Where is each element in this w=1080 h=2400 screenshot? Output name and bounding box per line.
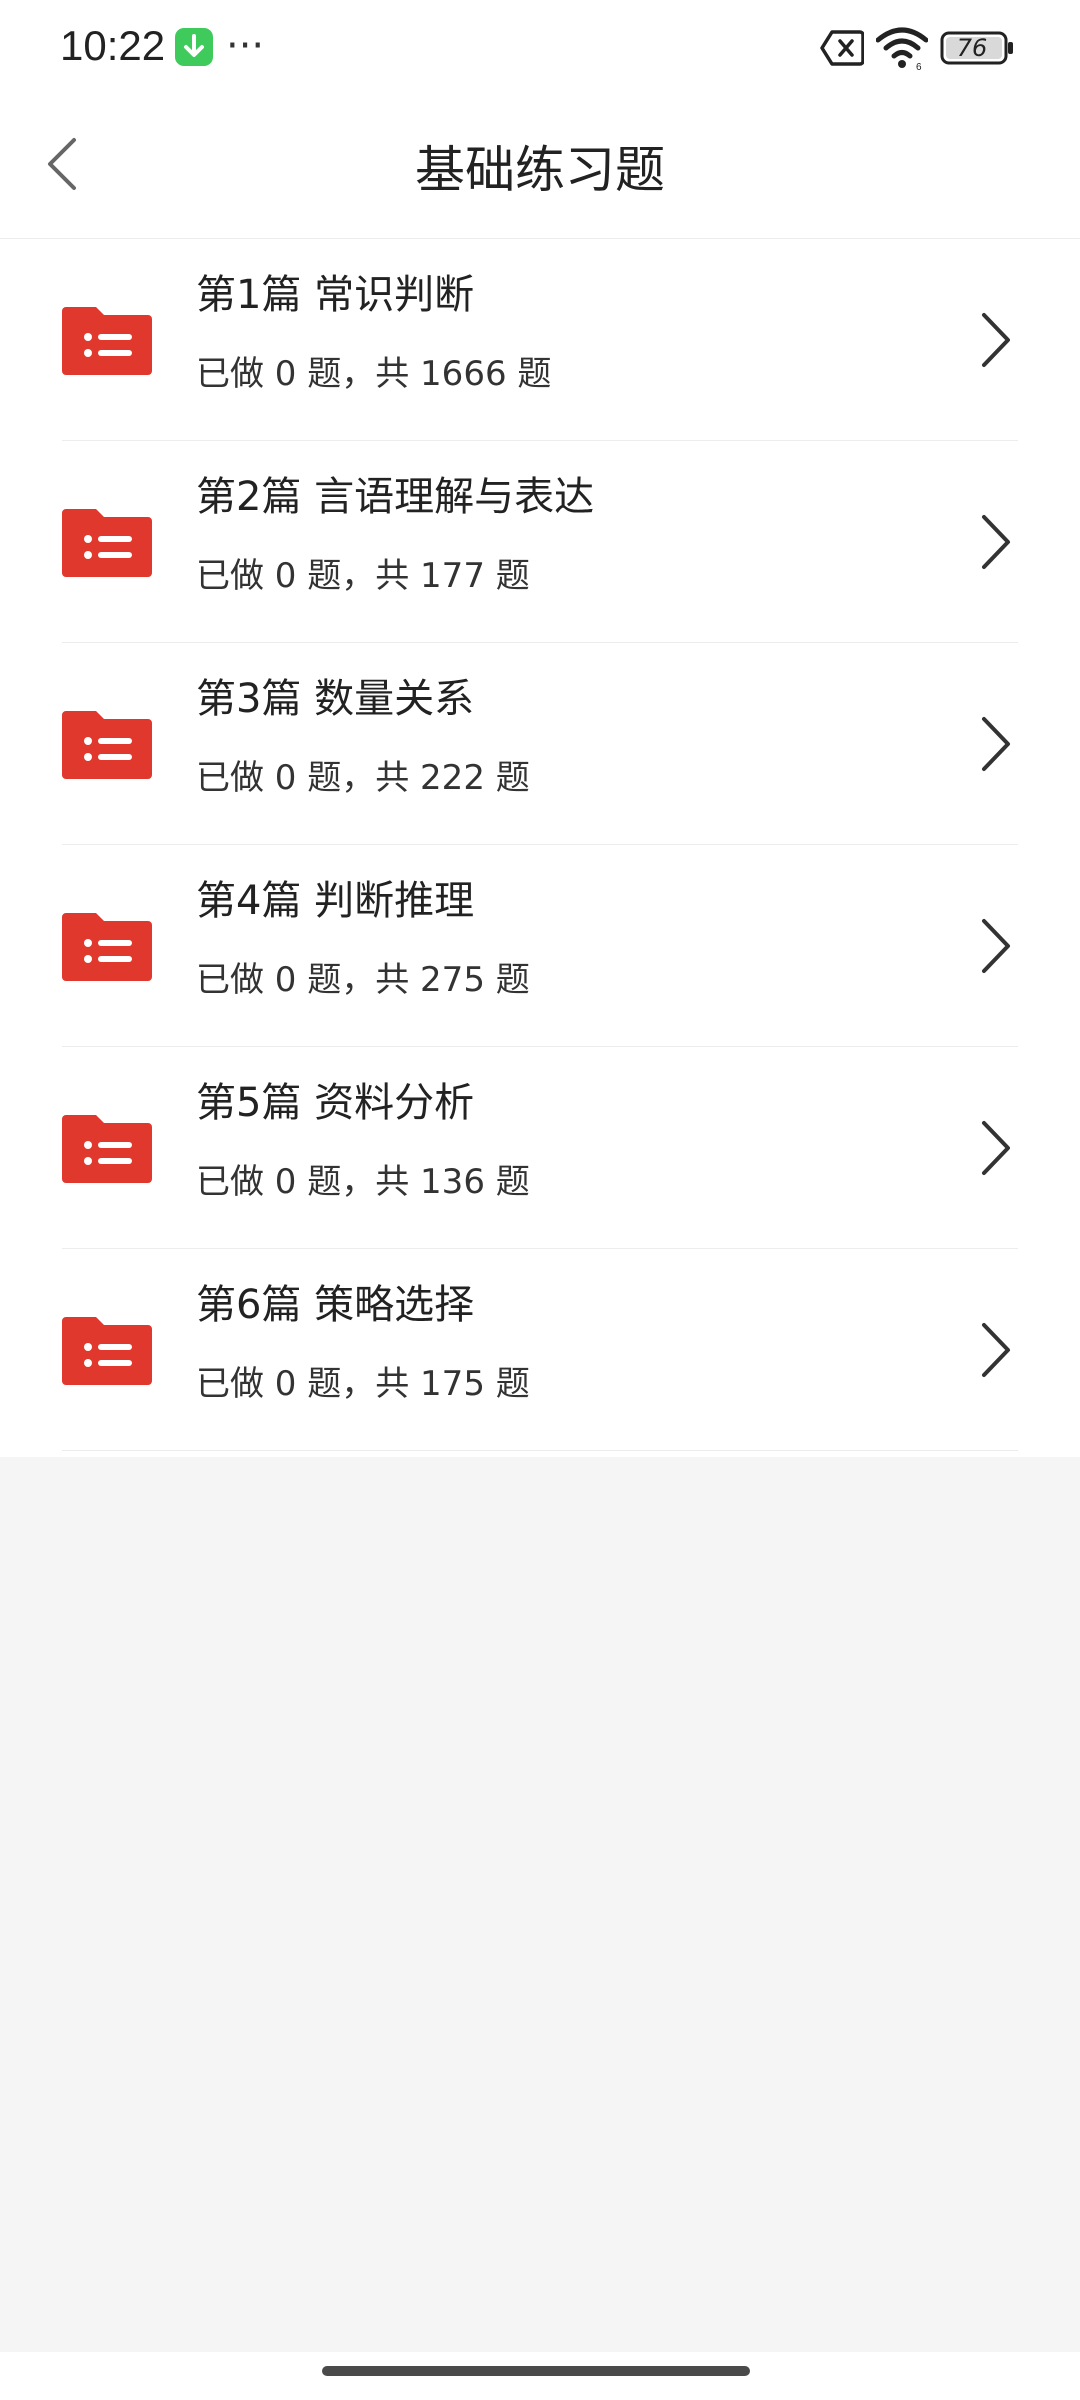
item-progress: 已做 0 题，共 222 题 xyxy=(196,758,530,798)
folder-list-icon xyxy=(62,307,152,375)
folder-list-icon xyxy=(62,711,152,779)
item-progress: 已做 0 题，共 177 题 xyxy=(196,556,530,596)
chevron-right-icon xyxy=(982,313,1010,367)
battery-level: 76 xyxy=(956,34,988,62)
status-bar: 10:22 ··· 6 76 xyxy=(0,0,1080,96)
folder-list-icon xyxy=(62,1317,152,1385)
chevron-right-icon xyxy=(982,919,1010,973)
item-title: 第5篇 资料分析 xyxy=(196,1080,475,1126)
item-progress: 已做 0 题，共 175 题 xyxy=(196,1364,530,1404)
more-notifications-icon: ··· xyxy=(226,23,265,69)
divider xyxy=(62,1450,1018,1451)
no-sim-icon xyxy=(820,30,864,66)
folder-list-icon xyxy=(62,913,152,981)
back-button[interactable] xyxy=(40,132,92,196)
chevron-right-icon xyxy=(982,717,1010,771)
page-title: 基础练习题 xyxy=(415,141,665,199)
gesture-bar-area xyxy=(0,2352,1080,2400)
chevron-left-icon xyxy=(48,138,76,190)
list-item[interactable]: 第3篇 数量关系 已做 0 题，共 222 题 xyxy=(0,643,1080,845)
chevron-right-icon xyxy=(982,1323,1010,1377)
list-item[interactable]: 第2篇 言语理解与表达 已做 0 题，共 177 题 xyxy=(0,441,1080,643)
item-title: 第2篇 言语理解与表达 xyxy=(196,474,595,520)
header: 基础练习题 xyxy=(0,96,1080,239)
item-progress: 已做 0 题，共 1666 题 xyxy=(196,354,552,394)
item-title: 第3篇 数量关系 xyxy=(196,676,475,722)
list-item[interactable]: 第6篇 策略选择 已做 0 题，共 175 题 xyxy=(0,1249,1080,1451)
item-title: 第4篇 判断推理 xyxy=(196,878,475,924)
folder-list-icon xyxy=(62,509,152,577)
item-title: 第1篇 常识判断 xyxy=(196,272,475,318)
chevron-right-icon xyxy=(982,515,1010,569)
svg-text:6: 6 xyxy=(916,62,922,70)
item-progress: 已做 0 题，共 136 题 xyxy=(196,1162,530,1202)
status-time: 10:22 xyxy=(60,22,166,69)
list-item[interactable]: 第1篇 常识判断 已做 0 题，共 1666 题 xyxy=(0,239,1080,441)
home-indicator[interactable] xyxy=(322,2366,750,2376)
chapter-list: 第1篇 常识判断 已做 0 题，共 1666 题 第2篇 言语理解与表达 已做 … xyxy=(0,239,1080,1457)
wifi-icon: 6 xyxy=(876,27,928,70)
download-icon xyxy=(175,28,213,66)
chevron-right-icon xyxy=(982,1121,1010,1175)
item-title: 第6篇 策略选择 xyxy=(196,1282,475,1328)
item-progress: 已做 0 题，共 275 题 xyxy=(196,960,530,1000)
list-item[interactable]: 第4篇 判断推理 已做 0 题，共 275 题 xyxy=(0,845,1080,1047)
folder-list-icon xyxy=(62,1115,152,1183)
list-item[interactable]: 第5篇 资料分析 已做 0 题，共 136 题 xyxy=(0,1047,1080,1249)
